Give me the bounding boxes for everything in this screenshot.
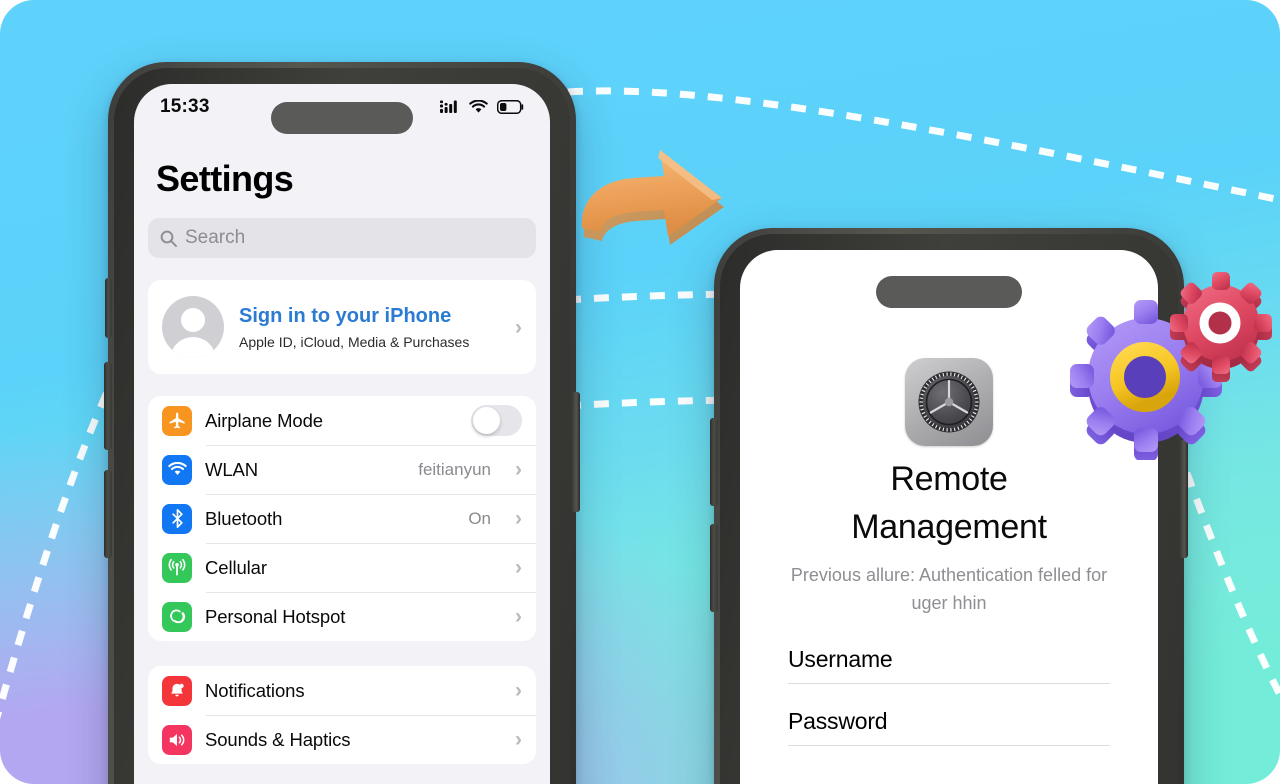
wifi-icon <box>162 454 192 485</box>
volume-up-button-left[interactable] <box>104 362 112 450</box>
status-icons <box>440 100 524 114</box>
airplane-mode-toggle[interactable] <box>471 405 522 436</box>
username-field[interactable]: Username <box>788 646 1110 684</box>
volume-down-button-left[interactable] <box>104 470 112 558</box>
airplane-icon <box>162 405 192 436</box>
search-placeholder: Search <box>185 227 246 248</box>
remote-management-title: Remote Management <box>740 455 1158 552</box>
search-icon <box>160 230 177 247</box>
page-title: Settings <box>156 158 294 199</box>
row-label: Airplane Mode <box>205 409 323 431</box>
password-field[interactable]: Password <box>788 708 1110 746</box>
row-label: Notifications <box>205 679 305 701</box>
settings-content: Settings Search Sign in to your iPhone A… <box>134 130 550 764</box>
title-line-1: Remote <box>890 460 1008 498</box>
right-iphone: Remote Management Previous allure: Authe… <box>710 228 1188 784</box>
mute-switch-left[interactable] <box>105 278 112 338</box>
bell-icon <box>162 675 192 706</box>
speaker-icon <box>162 724 192 755</box>
chevron-right-icon: › <box>515 507 522 530</box>
status-bar-left: 15:33 <box>134 84 550 130</box>
right-phone-screen: Remote Management Previous allure: Authe… <box>740 250 1158 784</box>
avatar-body <box>170 337 216 358</box>
settings-row-cellular[interactable]: Cellular › <box>148 543 536 592</box>
left-phone-screen: 15:33 Settings Search Sign in to your iP… <box>134 84 550 784</box>
settings-row-wlan[interactable]: WLAN feitianyun › <box>148 445 536 494</box>
password-label: Password <box>788 708 888 734</box>
settings-group-connectivity: Airplane Mode WLAN feitianyun › Bluetoot… <box>148 396 536 641</box>
row-label: Cellular <box>205 556 267 578</box>
volume-down-button-right[interactable] <box>710 524 718 612</box>
chevron-right-icon: › <box>515 556 522 579</box>
chevron-right-icon: › <box>515 679 522 702</box>
remote-management-page: Remote Management Previous allure: Authe… <box>740 250 1158 784</box>
left-iphone: 15:33 Settings Search Sign in to your iP… <box>104 62 580 784</box>
row-label: Personal Hotspot <box>205 605 346 627</box>
remote-management-subtitle: Previous allure: Authentication felled f… <box>790 565 1108 613</box>
sign-in-subtitle: Apple ID, iCloud, Media & Purchases <box>239 334 470 350</box>
sign-in-row[interactable]: Sign in to your iPhone Apple ID, iCloud,… <box>148 280 536 374</box>
settings-group-notifications: Notifications › Sounds & Haptics › <box>148 666 536 764</box>
account-card[interactable]: Sign in to your iPhone Apple ID, iCloud,… <box>148 280 536 374</box>
chevron-right-icon: › <box>515 315 522 339</box>
status-time: 15:33 <box>160 96 210 117</box>
title-line-2: Management <box>851 508 1047 547</box>
settings-row-sounds-haptics[interactable]: Sounds & Haptics › <box>148 715 536 764</box>
settings-row-personal-hotspot[interactable]: Personal Hotspot › <box>148 592 536 641</box>
sign-in-title: Sign in to your iPhone <box>239 305 452 327</box>
power-button-left[interactable] <box>572 392 580 512</box>
screenshot-root: 15:33 Settings Search Sign in to your iP… <box>0 0 1280 784</box>
cellular-antenna-icon <box>162 552 192 583</box>
row-label: Bluetooth <box>205 507 283 529</box>
settings-row-notifications[interactable]: Notifications › <box>148 666 536 715</box>
username-label: Username <box>788 646 893 672</box>
volume-up-button-right[interactable] <box>710 418 718 506</box>
avatar-head <box>181 308 205 332</box>
row-value: On <box>468 508 491 528</box>
settings-gear-icon <box>905 358 993 446</box>
gear-glyph <box>918 371 980 433</box>
wifi-icon <box>469 100 488 113</box>
settings-row-airplane-mode[interactable]: Airplane Mode <box>148 396 536 445</box>
chevron-right-icon: › <box>515 605 522 628</box>
bluetooth-icon <box>162 503 192 534</box>
row-value: feitianyun <box>418 459 491 479</box>
toggle-knob <box>473 407 500 434</box>
hotspot-link-icon <box>162 601 192 632</box>
row-label: Sounds & Haptics <box>205 728 351 750</box>
search-input[interactable]: Search <box>148 218 536 258</box>
chevron-right-icon: › <box>515 728 522 751</box>
account-text: Sign in to your iPhone Apple ID, iCloud,… <box>239 304 494 350</box>
battery-low-icon <box>497 100 524 114</box>
avatar <box>162 296 224 358</box>
power-button-right[interactable] <box>1180 440 1188 558</box>
chevron-right-icon: › <box>515 458 522 481</box>
settings-row-bluetooth[interactable]: Bluetooth On › <box>148 494 536 543</box>
cellular-signal-icon <box>440 100 457 113</box>
row-label: WLAN <box>205 458 259 480</box>
